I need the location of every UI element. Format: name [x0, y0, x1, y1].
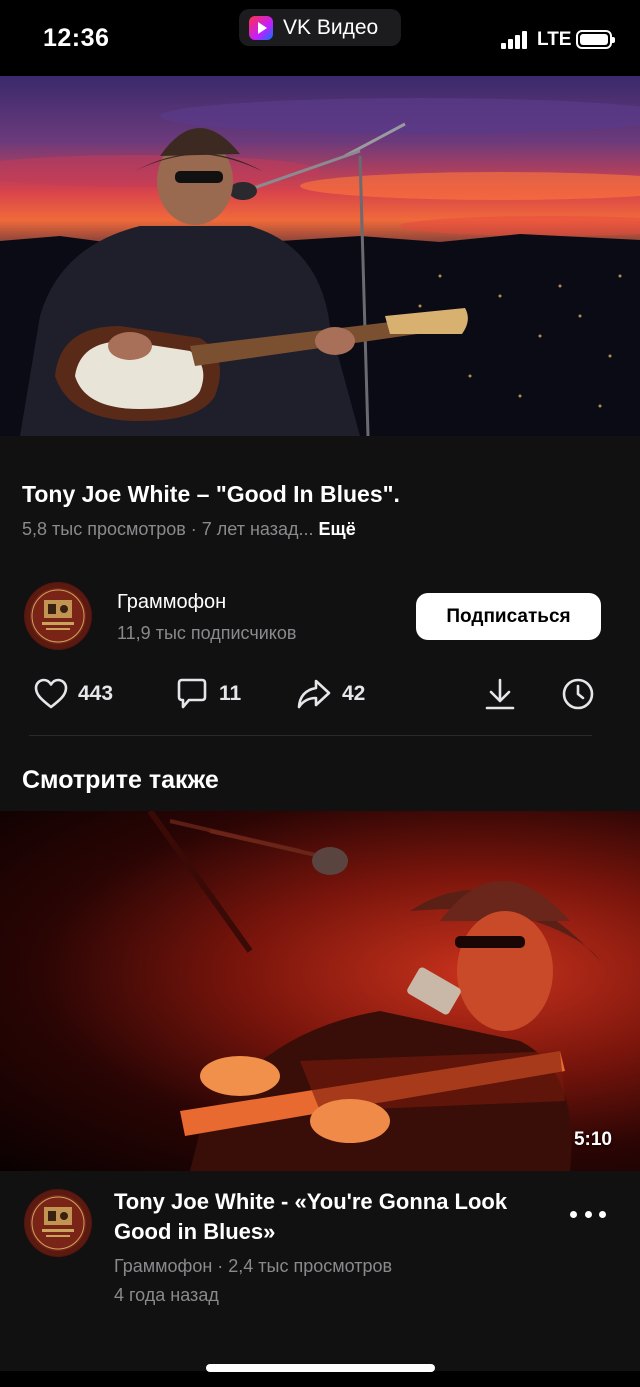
rec-channel-avatar[interactable]: [24, 1189, 92, 1257]
video-age: 7 лет назад...: [201, 519, 314, 539]
share-count: 42: [342, 682, 366, 705]
rec-video-views: 2,4 тыс просмотров: [228, 1256, 393, 1276]
video-meta[interactable]: 5,8 тыс просмотров · 7 лет назад... Ещё: [22, 519, 356, 540]
watch-later-icon: [562, 678, 594, 710]
rec-video-title[interactable]: Tony Joe White - «You're Gonna Look Good…: [114, 1187, 534, 1247]
network-type: LTE: [537, 29, 572, 50]
rec-video-age: 4 года назад: [114, 1285, 219, 1305]
comment-icon: [177, 678, 207, 709]
divider: [29, 735, 592, 736]
video-views: 5,8 тыс просмотров: [22, 519, 186, 539]
rec-meta-separator: ·: [212, 1256, 229, 1276]
like-button[interactable]: 443: [34, 676, 113, 712]
subscribe-button[interactable]: Подписаться: [416, 593, 601, 640]
battery-icon: [576, 30, 615, 49]
rec-channel-name[interactable]: Граммофон: [114, 1256, 212, 1276]
signal-icon: [501, 31, 529, 49]
more-link[interactable]: Ещё: [319, 519, 356, 539]
share-icon: [297, 679, 331, 709]
recommended-video-thumbnail[interactable]: 5:10: [0, 811, 640, 1171]
channel-name[interactable]: Граммофон: [117, 591, 226, 614]
vk-video-logo-icon: [249, 15, 273, 40]
recommended-video-info[interactable]: Tony Joe White - «You're Gonna Look Good…: [0, 1171, 640, 1371]
meta-separator: ·: [185, 519, 202, 539]
app-indicator-pill[interactable]: VK Видео: [239, 9, 401, 46]
thumbnail-art: [147, 811, 600, 1171]
gramophone-logo-icon: [25, 583, 91, 649]
section-title: Смотрите также: [22, 766, 219, 794]
rec-video-meta: Граммофон · 2,4 тыс просмотров 4 года на…: [114, 1252, 534, 1310]
channel-subscribers: 11,9 тыс подписчиков: [117, 623, 297, 643]
status-time: 12:36: [43, 24, 110, 52]
download-button[interactable]: [484, 676, 516, 712]
status-bar: 12:36 VK Видео LTE: [0, 0, 640, 76]
gramophone-logo-icon: [25, 1190, 91, 1256]
video-duration: 5:10: [573, 1129, 612, 1150]
video-title: Tony Joe White – "Good In Blues".: [22, 481, 400, 507]
more-options-icon[interactable]: [570, 1207, 606, 1221]
channel-avatar[interactable]: [24, 582, 92, 650]
video-info-panel: Tony Joe White – "Good In Blues". 5,8 ты…: [0, 436, 640, 811]
video-frame-art: [0, 98, 640, 436]
comment-count: 11: [219, 682, 242, 705]
download-icon: [485, 678, 515, 710]
share-button[interactable]: 42: [296, 676, 365, 712]
like-count: 443: [78, 682, 114, 705]
comment-button[interactable]: 11: [175, 676, 241, 712]
home-indicator[interactable]: [206, 1364, 435, 1372]
watch-later-button[interactable]: [561, 676, 595, 712]
heart-icon: [34, 678, 68, 709]
video-player[interactable]: [0, 76, 640, 436]
app-name: VK Видео: [283, 15, 379, 39]
